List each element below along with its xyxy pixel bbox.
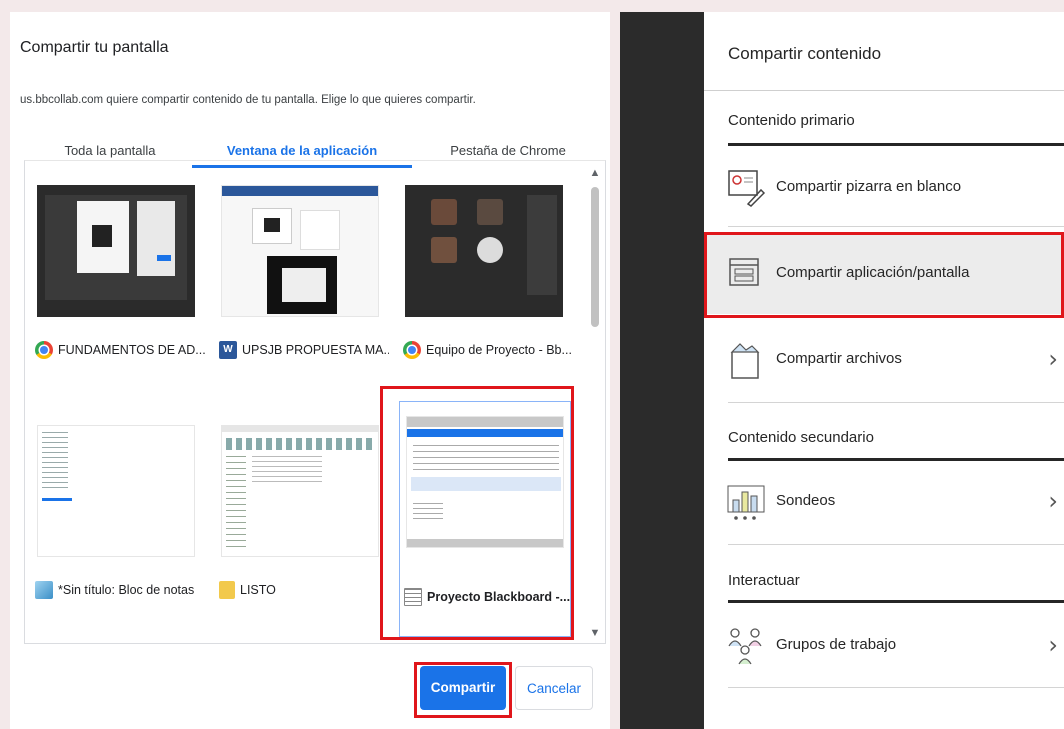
window-label: FUNDAMENTOS DE AD...	[35, 341, 205, 359]
breakout-groups-icon	[726, 626, 766, 666]
tab-label: Toda la pantalla	[64, 143, 156, 158]
item-label: Grupos de trabajo	[776, 636, 897, 653]
window-label: *Sin título: Bloc de notas	[35, 581, 205, 599]
files-icon	[726, 340, 766, 380]
divider	[728, 226, 1064, 227]
notepad-icon	[35, 581, 53, 599]
window-label: LISTO	[219, 581, 389, 599]
panel-title: Compartir contenido	[728, 44, 882, 63]
item-label: Sondeos	[776, 492, 836, 509]
background-strip	[620, 12, 704, 729]
scrollbar-thumb[interactable]	[591, 187, 599, 327]
polls-icon	[726, 482, 766, 522]
window-thumbnail	[221, 425, 379, 557]
section-rule	[728, 458, 1064, 461]
window-label: W UPSJB PROPUESTA MA...	[219, 341, 389, 359]
divider	[728, 402, 1064, 403]
window-tile[interactable]: *Sin título: Bloc de notas	[31, 401, 201, 631]
highlight-frame	[704, 232, 1064, 318]
window-tile[interactable]: Equipo de Proyecto - Bb...	[399, 161, 572, 391]
section-title-primary: Contenido primario	[728, 112, 855, 129]
scrollbar[interactable]: ▲ ▼	[589, 165, 601, 641]
section-rule	[728, 143, 1064, 146]
share-content-panel: Compartir contenido Contenido primario C…	[704, 12, 1064, 729]
section-rule	[728, 600, 1064, 603]
scroll-up-icon[interactable]: ▲	[589, 167, 601, 179]
window-thumbnail	[405, 185, 563, 317]
folder-icon	[219, 581, 235, 599]
dialog-description: us.bbcollab.com quiere compartir conteni…	[20, 94, 476, 106]
breakout-groups-item[interactable]: Grupos de trabajo ›	[718, 616, 1064, 676]
tab-label: Pestaña de Chrome	[450, 143, 566, 158]
window-thumbnail	[221, 185, 379, 317]
tab-label: Ventana de la aplicación	[226, 143, 378, 158]
divider	[704, 90, 1064, 91]
item-label: Compartir archivos	[776, 350, 902, 367]
cancel-button[interactable]: Cancelar	[515, 666, 593, 710]
window-label: Equipo de Proyecto - Bb...	[403, 341, 573, 359]
highlight-frame	[380, 386, 574, 640]
share-screen-dialog: Compartir tu pantalla us.bbcollab.com qu…	[10, 12, 610, 729]
window-tile[interactable]: FUNDAMENTOS DE AD...	[31, 161, 205, 391]
section-title-interact: Interactuar	[728, 572, 800, 589]
divider	[728, 687, 1064, 688]
chevron-right-icon: ›	[1048, 487, 1058, 515]
share-files-item[interactable]: Compartir archivos ›	[718, 330, 1064, 390]
chrome-icon	[35, 341, 53, 359]
window-tile[interactable]: LISTO	[215, 401, 385, 631]
chrome-icon	[403, 341, 421, 359]
divider	[728, 544, 1064, 545]
scroll-down-icon[interactable]: ▼	[589, 627, 601, 639]
polls-item[interactable]: Sondeos ›	[718, 472, 1064, 532]
word-icon: W	[219, 341, 237, 359]
window-tile[interactable]: W UPSJB PROPUESTA MA...	[215, 161, 389, 391]
window-thumbnail	[37, 425, 195, 557]
share-whiteboard-item[interactable]: Compartir pizarra en blanco	[718, 158, 1064, 218]
section-title-secondary: Contenido secundario	[728, 429, 874, 446]
chevron-right-icon: ›	[1048, 345, 1058, 373]
whiteboard-icon	[726, 168, 766, 208]
window-thumbnail	[37, 185, 195, 317]
dialog-title: Compartir tu pantalla	[20, 39, 169, 56]
chevron-right-icon: ›	[1048, 631, 1058, 659]
item-label: Compartir pizarra en blanco	[776, 178, 962, 195]
highlight-frame	[414, 662, 512, 718]
